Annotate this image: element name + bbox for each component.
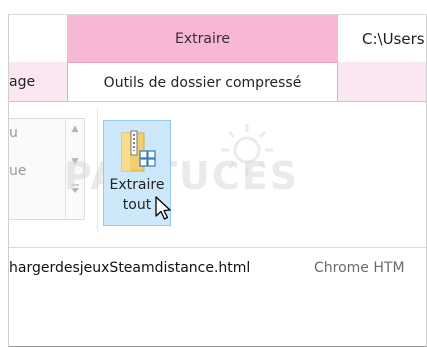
extract-button-label-line1: Extraire (109, 177, 165, 193)
file-list-row[interactable]: hargerdesjeuxSteamdistance.html Chrome H… (9, 255, 426, 281)
tab-partage[interactable]: age (9, 63, 67, 101)
cursor-icon (155, 196, 171, 220)
explorer-window: Extraire C:\Users age Outils de dossier … (8, 14, 427, 347)
window-path-title: C:\Users (338, 15, 426, 62)
watermark-text: PASTUCES (64, 154, 300, 198)
tab-strip-left-area (9, 15, 67, 62)
scroll-up-icon[interactable]: ▲ (70, 124, 80, 134)
ribbon-body: u ue ▲ ▼ PASTUCES Extraire tout (9, 102, 426, 248)
context-tab-header-extraire: Extraire (67, 15, 338, 62)
zip-folder-icon (121, 130, 156, 172)
gallery-text-top: u (9, 125, 18, 141)
file-name[interactable]: hargerdesjeuxSteamdistance.html (9, 260, 250, 276)
tab-outils-dossier-compresse[interactable]: Outils de dossier compressé (67, 62, 338, 102)
file-type: Chrome HTM (314, 260, 405, 276)
ribbon-bottom-border (9, 247, 426, 248)
gallery-text-mid: ue (9, 163, 27, 179)
